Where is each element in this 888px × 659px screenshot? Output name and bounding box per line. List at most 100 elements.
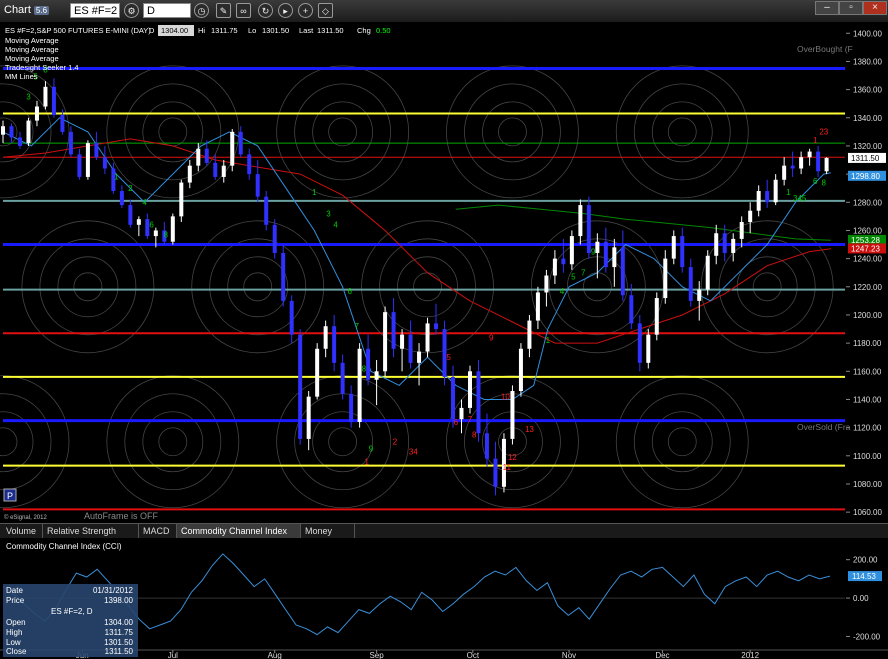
seeker-label: 34 (409, 447, 418, 456)
seeker-label: 8 (164, 230, 169, 239)
eraser-icon[interactable]: ◇ (318, 3, 333, 18)
seeker-label: 8 (362, 364, 367, 373)
candle-body (731, 238, 736, 253)
candle-body (816, 151, 821, 172)
candle-body (527, 320, 532, 349)
candle-body (586, 205, 591, 253)
autoframe-label: AutoFrame is OFF (84, 511, 159, 521)
y-tick-label: 1120.00 (853, 424, 882, 433)
clock-icon[interactable]: ◷ (194, 3, 209, 18)
candle-body (43, 86, 48, 107)
axis-bg (846, 22, 888, 522)
seeker-label: 4 (333, 221, 338, 230)
legend-open: 1304.00 (161, 26, 188, 35)
pencil-icon[interactable]: ✎ (216, 3, 231, 18)
y-tick-label: 1240.00 (853, 255, 882, 264)
y-tick-label: 1360.00 (853, 86, 882, 95)
cci-tick-label: -200.00 (853, 632, 881, 641)
y-tick-label: 1080.00 (853, 480, 882, 489)
y-tick-label: 1380.00 (853, 57, 882, 66)
candle-body (459, 407, 464, 420)
y-tick-label: 1180.00 (853, 339, 882, 348)
legend-hi-value: 1311.75 (211, 26, 238, 35)
seeker-label: 2 (128, 184, 133, 193)
legend-chg-value: 0.50 (376, 26, 391, 35)
seeker-label: 1 (364, 457, 369, 466)
x-tick-label: Sep (369, 651, 384, 659)
tab-money-flow[interactable]: Money Flow (301, 524, 355, 551)
candle-body (77, 154, 82, 177)
candle-body (289, 300, 294, 335)
close-button[interactable]: × (863, 1, 887, 15)
seeker-label: 1 (786, 188, 791, 197)
app-title: Chart 5.6 (4, 4, 50, 16)
legend-hi-label: Hi (198, 26, 205, 35)
tab-rsi[interactable]: Relative Strength Index (43, 524, 139, 551)
candle-body (60, 114, 65, 132)
info-row-price: Price 1398.00 (6, 596, 133, 605)
price-chart[interactable]: 583124681346789123456 78910121113145 79134… (0, 22, 888, 522)
legend-lo-label: Lo (248, 26, 256, 35)
candle-body (17, 137, 22, 146)
legend-last-label: Last (299, 26, 314, 35)
seeker-label: 8 (822, 178, 827, 187)
x-tick-label: Jul (168, 651, 178, 659)
candle-body (170, 216, 175, 242)
seeker-label: 345 (793, 194, 807, 203)
candle-body (535, 292, 540, 321)
study-ma-2: Moving Average (5, 45, 59, 54)
x-tick-label: Aug (268, 651, 282, 659)
candle-body (136, 219, 141, 225)
candle-body (34, 106, 39, 121)
symbol-input[interactable]: ES #F=2 (70, 3, 120, 18)
candle-body (272, 224, 277, 253)
candle-body (714, 233, 719, 256)
seeker-label: 13 (525, 425, 534, 434)
seeker-label: 23 (819, 128, 828, 137)
tab-cci[interactable]: Commodity Channel Index (CCI) (177, 524, 301, 551)
candle-body (408, 334, 413, 363)
candle-body (807, 151, 812, 158)
candle-body (765, 191, 770, 203)
x-tick-label: Dec (655, 651, 669, 659)
candle-body (238, 131, 243, 155)
candle-body (425, 323, 430, 352)
version-badge: 5.6 (33, 6, 50, 15)
legend-last-value: 1311.50 (317, 26, 344, 35)
title-bar: Chart 5.6 ES #F=2 ⚙ D ◷ ✎ ∞ ↻ ▸ + ◇ – ▫ × (0, 0, 888, 23)
candle-body (374, 371, 379, 380)
symbol-settings-icon[interactable]: ⚙ (124, 3, 139, 18)
crosshair-icon[interactable]: + (298, 3, 313, 18)
play-icon[interactable]: ▸ (278, 3, 293, 18)
minimize-button[interactable]: – (815, 1, 839, 15)
candle-body (620, 247, 625, 296)
x-tick-label: Oct (467, 651, 480, 659)
price-tag: 1298.80 (851, 172, 880, 181)
price-tag: 1247.23 (851, 244, 880, 253)
restore-button[interactable]: ▫ (839, 1, 863, 15)
candle-body (102, 157, 107, 169)
p-marker[interactable]: P (7, 491, 13, 501)
candle-body (332, 326, 337, 363)
candle-body (467, 371, 472, 408)
candle-body (119, 191, 124, 206)
seeker-label: 6 (454, 418, 459, 427)
link-icon[interactable]: ∞ (236, 3, 251, 18)
candle-body (281, 252, 286, 301)
candle-body (646, 334, 651, 363)
tab-volume[interactable]: Volume (2, 524, 43, 539)
y-tick-label: 1340.00 (853, 114, 882, 123)
candle-body (306, 396, 311, 439)
seeker-label: 12 (508, 453, 517, 462)
candle-body (85, 143, 90, 177)
candle-body (705, 255, 710, 290)
candle-body (552, 258, 557, 276)
x-tick-label: 2012 (741, 651, 759, 659)
refresh-icon[interactable]: ↻ (258, 3, 273, 18)
interval-input[interactable]: D (143, 3, 191, 18)
candle-body (255, 174, 260, 197)
candle-body (663, 258, 668, 299)
candle-body (748, 210, 753, 222)
tab-macd[interactable]: MACD (139, 524, 177, 539)
seeker-label: 6 (149, 221, 154, 230)
